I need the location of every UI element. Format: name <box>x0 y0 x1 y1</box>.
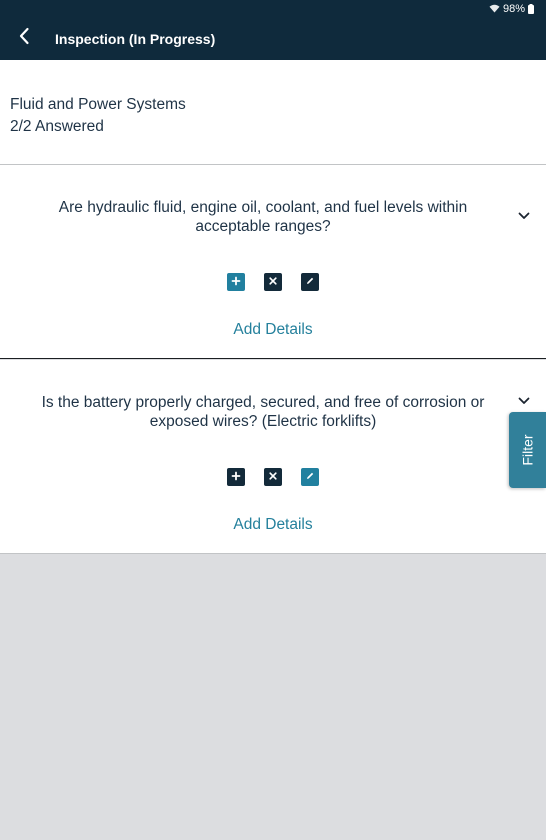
edit-button[interactable] <box>301 468 319 486</box>
back-button[interactable] <box>0 17 48 60</box>
edit-button[interactable] <box>301 273 319 291</box>
section-title: Fluid and Power Systems <box>10 96 186 113</box>
answer-actions <box>0 273 546 291</box>
plus-button[interactable] <box>227 273 245 291</box>
app-bar: Inspection (In Progress) <box>0 17 546 60</box>
filter-label: Filter <box>519 434 536 466</box>
plus-icon <box>231 468 241 486</box>
plus-icon <box>231 273 241 291</box>
close-icon <box>268 468 278 486</box>
page-title: Inspection (In Progress) <box>55 30 216 47</box>
section-header: Fluid and Power Systems 2/2 Answered <box>0 60 546 165</box>
add-details-link[interactable]: Add Details <box>0 321 546 339</box>
add-details-link[interactable]: Add Details <box>0 516 546 534</box>
question-text: Is the battery properly charged, secured… <box>41 394 485 430</box>
battery-icon <box>528 3 534 14</box>
pencil-icon <box>305 273 315 291</box>
chevron-down-icon <box>518 207 530 225</box>
battery-percentage: 98% <box>502 2 525 15</box>
expand-button[interactable] <box>516 208 532 224</box>
close-button[interactable] <box>264 468 282 486</box>
question-text: Are hydraulic fluid, engine oil, coolant… <box>58 199 468 235</box>
answered-count: 2/2 Answered <box>10 118 104 135</box>
question-card: Is the battery properly charged, secured… <box>0 360 546 554</box>
question-card: Are hydraulic fluid, engine oil, coolant… <box>0 165 546 359</box>
pencil-icon <box>305 468 315 486</box>
plus-button[interactable] <box>227 468 245 486</box>
chevron-left-icon <box>18 27 30 50</box>
wifi-icon <box>489 4 500 13</box>
close-icon <box>268 273 278 291</box>
expand-button[interactable] <box>516 393 532 409</box>
filter-button[interactable]: Filter <box>509 412 546 488</box>
status-bar: 98% <box>0 0 546 17</box>
chevron-down-icon <box>518 392 530 410</box>
close-button[interactable] <box>264 273 282 291</box>
answer-actions <box>0 468 546 486</box>
